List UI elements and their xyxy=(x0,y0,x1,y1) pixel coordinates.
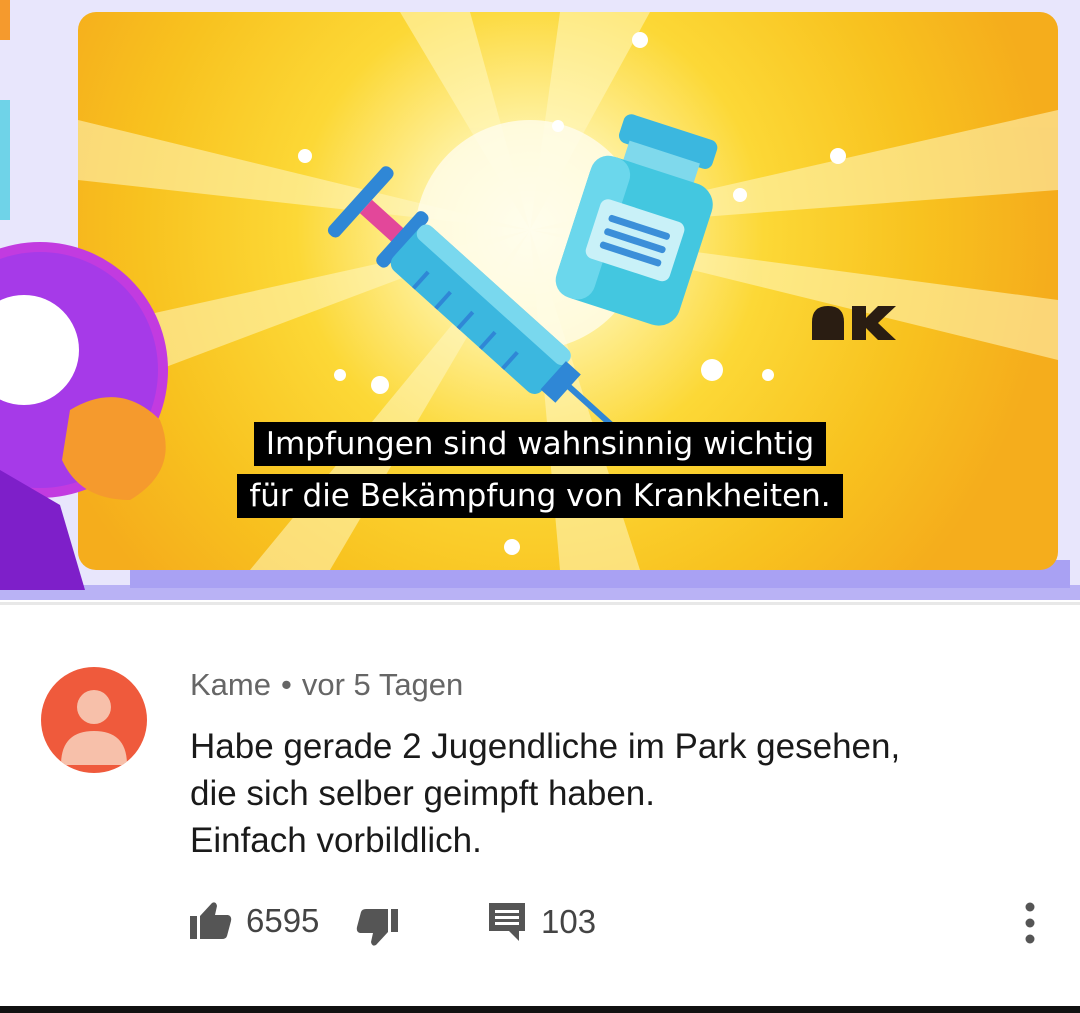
meta-separator: • xyxy=(280,667,292,702)
user-icon xyxy=(61,690,127,765)
comment-timestamp: vor 5 Tagen xyxy=(301,667,464,702)
more-vert-icon xyxy=(1025,902,1035,944)
comment-item: Kame • vor 5 Tagen Habe gerade 2 Jugendlic… xyxy=(0,605,1080,1005)
comment-text-line: Habe gerade 2 Jugendliche im Park gesehe… xyxy=(190,727,901,766)
dislike-button[interactable] xyxy=(356,907,400,947)
comment-text-line: die sich selber geimpft haben. xyxy=(190,774,655,813)
like-count: 6595 xyxy=(246,902,320,939)
avatar[interactable] xyxy=(41,667,147,773)
comment-icon xyxy=(489,903,525,941)
thumbs-down-icon xyxy=(356,909,398,946)
comment-meta: Kame • vor 5 Tagen xyxy=(190,667,463,703)
video-player[interactable]: Impfungen sind wahnsinnig wichtig für di… xyxy=(0,0,1080,600)
thumbs-up-icon xyxy=(190,902,232,939)
reply-button[interactable]: 103 xyxy=(487,901,596,943)
comment-text: Habe gerade 2 Jugendliche im Park gesehe… xyxy=(190,723,900,864)
reply-count: 103 xyxy=(541,903,597,940)
bottom-edge-bar xyxy=(0,1006,1080,1013)
like-button[interactable]: 6595 xyxy=(188,901,319,941)
comment-author[interactable]: Kame xyxy=(190,667,271,702)
comment-actions: 6595 103 xyxy=(0,897,1080,949)
video-frame-illustration xyxy=(0,0,1080,600)
more-options-button[interactable] xyxy=(1020,897,1040,949)
comment-text-line: Einfach vorbildlich. xyxy=(190,821,482,860)
